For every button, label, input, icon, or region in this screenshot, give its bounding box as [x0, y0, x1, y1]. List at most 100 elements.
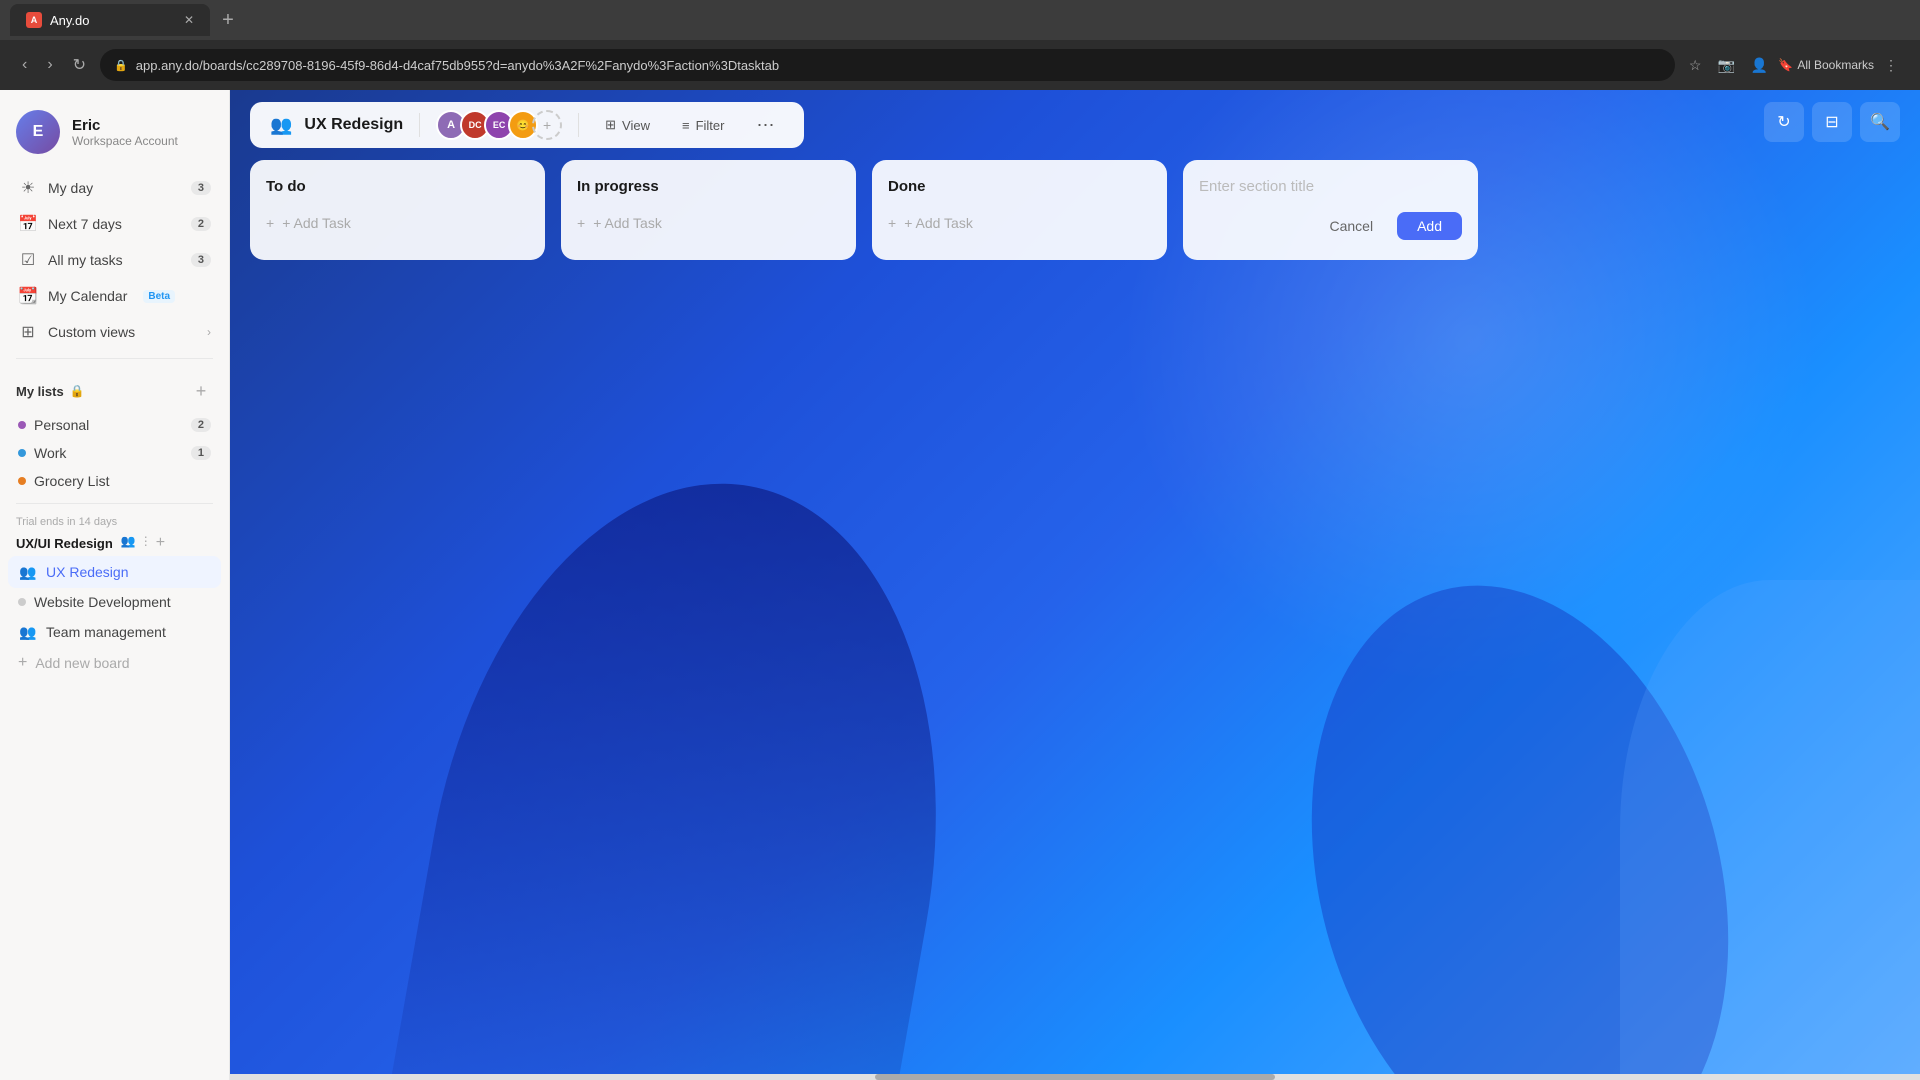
new-tab-button[interactable]: +: [214, 6, 242, 34]
team-mgmt-icon: 👥: [18, 622, 38, 642]
column-in-progress-title: In progress: [577, 178, 840, 195]
workspace-add-icon[interactable]: +: [156, 534, 165, 552]
cancel-section-button[interactable]: Cancel: [1315, 212, 1387, 240]
beta-badge: Beta: [143, 290, 175, 303]
app-container: E Eric Workspace Account ☀ My day 3 📅 Ne…: [0, 90, 1920, 1080]
add-board-label: Add new board: [35, 655, 129, 671]
add-section-button[interactable]: Add: [1397, 212, 1462, 240]
layout-button[interactable]: ⊟: [1812, 102, 1852, 142]
all-tasks-label: All my tasks: [48, 252, 123, 268]
add-task-done-label: + Add Task: [904, 215, 973, 231]
more-options-button[interactable]: ⋯: [746, 111, 784, 140]
tab-label: Any.do: [50, 13, 90, 28]
profile-icon[interactable]: 👤: [1745, 51, 1774, 80]
section-title-input[interactable]: [1199, 178, 1462, 195]
tab-close-button[interactable]: ✕: [184, 13, 194, 27]
sidebar-item-calendar[interactable]: 📆 My Calendar Beta: [8, 278, 221, 314]
avatar-initials: E: [33, 123, 44, 141]
sidebar-divider-2: [16, 503, 213, 504]
next-7-days-icon: 📅: [18, 214, 38, 234]
user-profile-button[interactable]: E Eric Workspace Account: [0, 90, 229, 170]
column-todo-title: To do: [266, 178, 529, 195]
grocery-dot: [18, 477, 26, 485]
bookmark-star-icon[interactable]: ☆: [1683, 51, 1708, 80]
add-task-done-button[interactable]: + + Add Task: [888, 211, 1151, 235]
avatar: E: [16, 110, 60, 154]
header-divider: [419, 113, 420, 137]
bookmarks-bar: 🔖 All Bookmarks: [1778, 58, 1874, 72]
sidebar-item-all-tasks[interactable]: ☑ All my tasks 3: [8, 242, 221, 278]
url-text: app.any.do/boards/cc289708-8196-45f9-86d…: [136, 58, 779, 73]
column-done-title: Done: [888, 178, 1151, 195]
personal-dot: [18, 421, 26, 429]
top-right-actions: ↻ ⊟ 🔍: [1764, 102, 1900, 142]
section-input-actions: Cancel Add: [1199, 212, 1462, 240]
screenshot-icon[interactable]: 📷: [1711, 51, 1740, 80]
board-item-team-mgmt[interactable]: 👥 Team management: [8, 616, 221, 648]
all-tasks-icon: ☑: [18, 250, 38, 270]
work-dot: [18, 449, 26, 457]
workspace-more-icon[interactable]: ⋮: [140, 534, 152, 552]
next-7-days-badge: 2: [191, 217, 211, 231]
my-lists-title: My lists 🔒: [16, 384, 85, 399]
chevron-right-icon: ›: [207, 325, 211, 339]
extensions-icon[interactable]: ⋮: [1878, 51, 1904, 80]
grocery-label: Grocery List: [34, 473, 109, 489]
filter-icon: ≡: [682, 118, 690, 133]
my-lists-section: My lists 🔒 +: [0, 367, 229, 411]
add-task-in-progress-button[interactable]: + + Add Task: [577, 211, 840, 235]
nav-bar: ‹ › ↻ 🔒 app.any.do/boards/cc289708-8196-…: [0, 40, 1920, 90]
board-title-icon: 👥: [270, 115, 292, 136]
column-in-progress: In progress + + Add Task: [561, 160, 856, 260]
active-tab[interactable]: A Any.do ✕: [10, 4, 210, 36]
board-title: UX Redesign: [304, 116, 403, 134]
add-new-board-button[interactable]: + Add new board: [8, 648, 221, 678]
lock-icon: 🔒: [70, 384, 85, 398]
calendar-icon: 📆: [18, 286, 38, 306]
reload-button[interactable]: ↻: [67, 49, 92, 81]
add-member-button[interactable]: +: [532, 110, 562, 140]
search-button[interactable]: 🔍: [1860, 102, 1900, 142]
workspace-share-icon[interactable]: 👥: [121, 534, 136, 552]
my-day-badge: 3: [191, 181, 211, 195]
main-content: 👥 UX Redesign A DC EC 😊 + ⊞ View ≡ Fi: [230, 90, 1920, 1080]
view-button[interactable]: ⊞ View: [595, 113, 660, 137]
next-7-days-label: Next 7 days: [48, 216, 122, 232]
nav-actions: ☆ 📷 👤 🔖 All Bookmarks ⋮: [1683, 51, 1904, 80]
my-day-icon: ☀: [18, 178, 38, 198]
website-dev-label: Website Development: [34, 594, 171, 610]
custom-views-label: Custom views: [48, 324, 135, 340]
board-item-ux-redesign[interactable]: 👥 UX Redesign: [8, 556, 221, 588]
my-lists-label: My lists: [16, 384, 64, 399]
new-section-card: Cancel Add: [1183, 160, 1478, 260]
website-dev-dot: [18, 598, 26, 606]
calendar-label: My Calendar: [48, 288, 127, 304]
address-bar[interactable]: 🔒 app.any.do/boards/cc289708-8196-45f9-8…: [100, 49, 1675, 81]
list-item-work[interactable]: Work 1: [8, 439, 221, 467]
view-label: View: [622, 118, 650, 133]
sidebar-item-my-day[interactable]: ☀ My day 3: [8, 170, 221, 206]
sidebar-nav: ☀ My day 3 📅 Next 7 days 2 ☑ All my task…: [0, 170, 229, 350]
add-board-plus-icon: +: [18, 654, 27, 672]
list-item-personal[interactable]: Personal 2: [8, 411, 221, 439]
custom-views-icon: ⊞: [18, 322, 38, 342]
refresh-button[interactable]: ↻: [1764, 102, 1804, 142]
work-badge: 1: [191, 446, 211, 460]
view-icon: ⊞: [605, 117, 616, 133]
my-lists-header: My lists 🔒 +: [16, 379, 213, 403]
ux-redesign-icon: 👥: [18, 562, 38, 582]
forward-button[interactable]: ›: [41, 50, 58, 80]
back-button[interactable]: ‹: [16, 50, 33, 80]
add-list-button[interactable]: +: [189, 379, 213, 403]
list-item-grocery[interactable]: Grocery List: [8, 467, 221, 495]
board-header: 👥 UX Redesign A DC EC 😊 + ⊞ View ≡ Fi: [230, 90, 1920, 160]
lock-icon: 🔒: [114, 59, 128, 72]
board-item-website-dev[interactable]: Website Development: [8, 588, 221, 616]
sidebar-item-custom-views[interactable]: ⊞ Custom views ›: [8, 314, 221, 350]
sidebar-item-next-7-days[interactable]: 📅 Next 7 days 2: [8, 206, 221, 242]
personal-badge: 2: [191, 418, 211, 432]
filter-button[interactable]: ≡ Filter: [672, 114, 734, 137]
all-tasks-badge: 3: [191, 253, 211, 267]
add-task-todo-button[interactable]: + + Add Task: [266, 211, 529, 235]
browser-chrome: A Any.do ✕ + ‹ › ↻ 🔒 app.any.do/boards/c…: [0, 0, 1920, 90]
